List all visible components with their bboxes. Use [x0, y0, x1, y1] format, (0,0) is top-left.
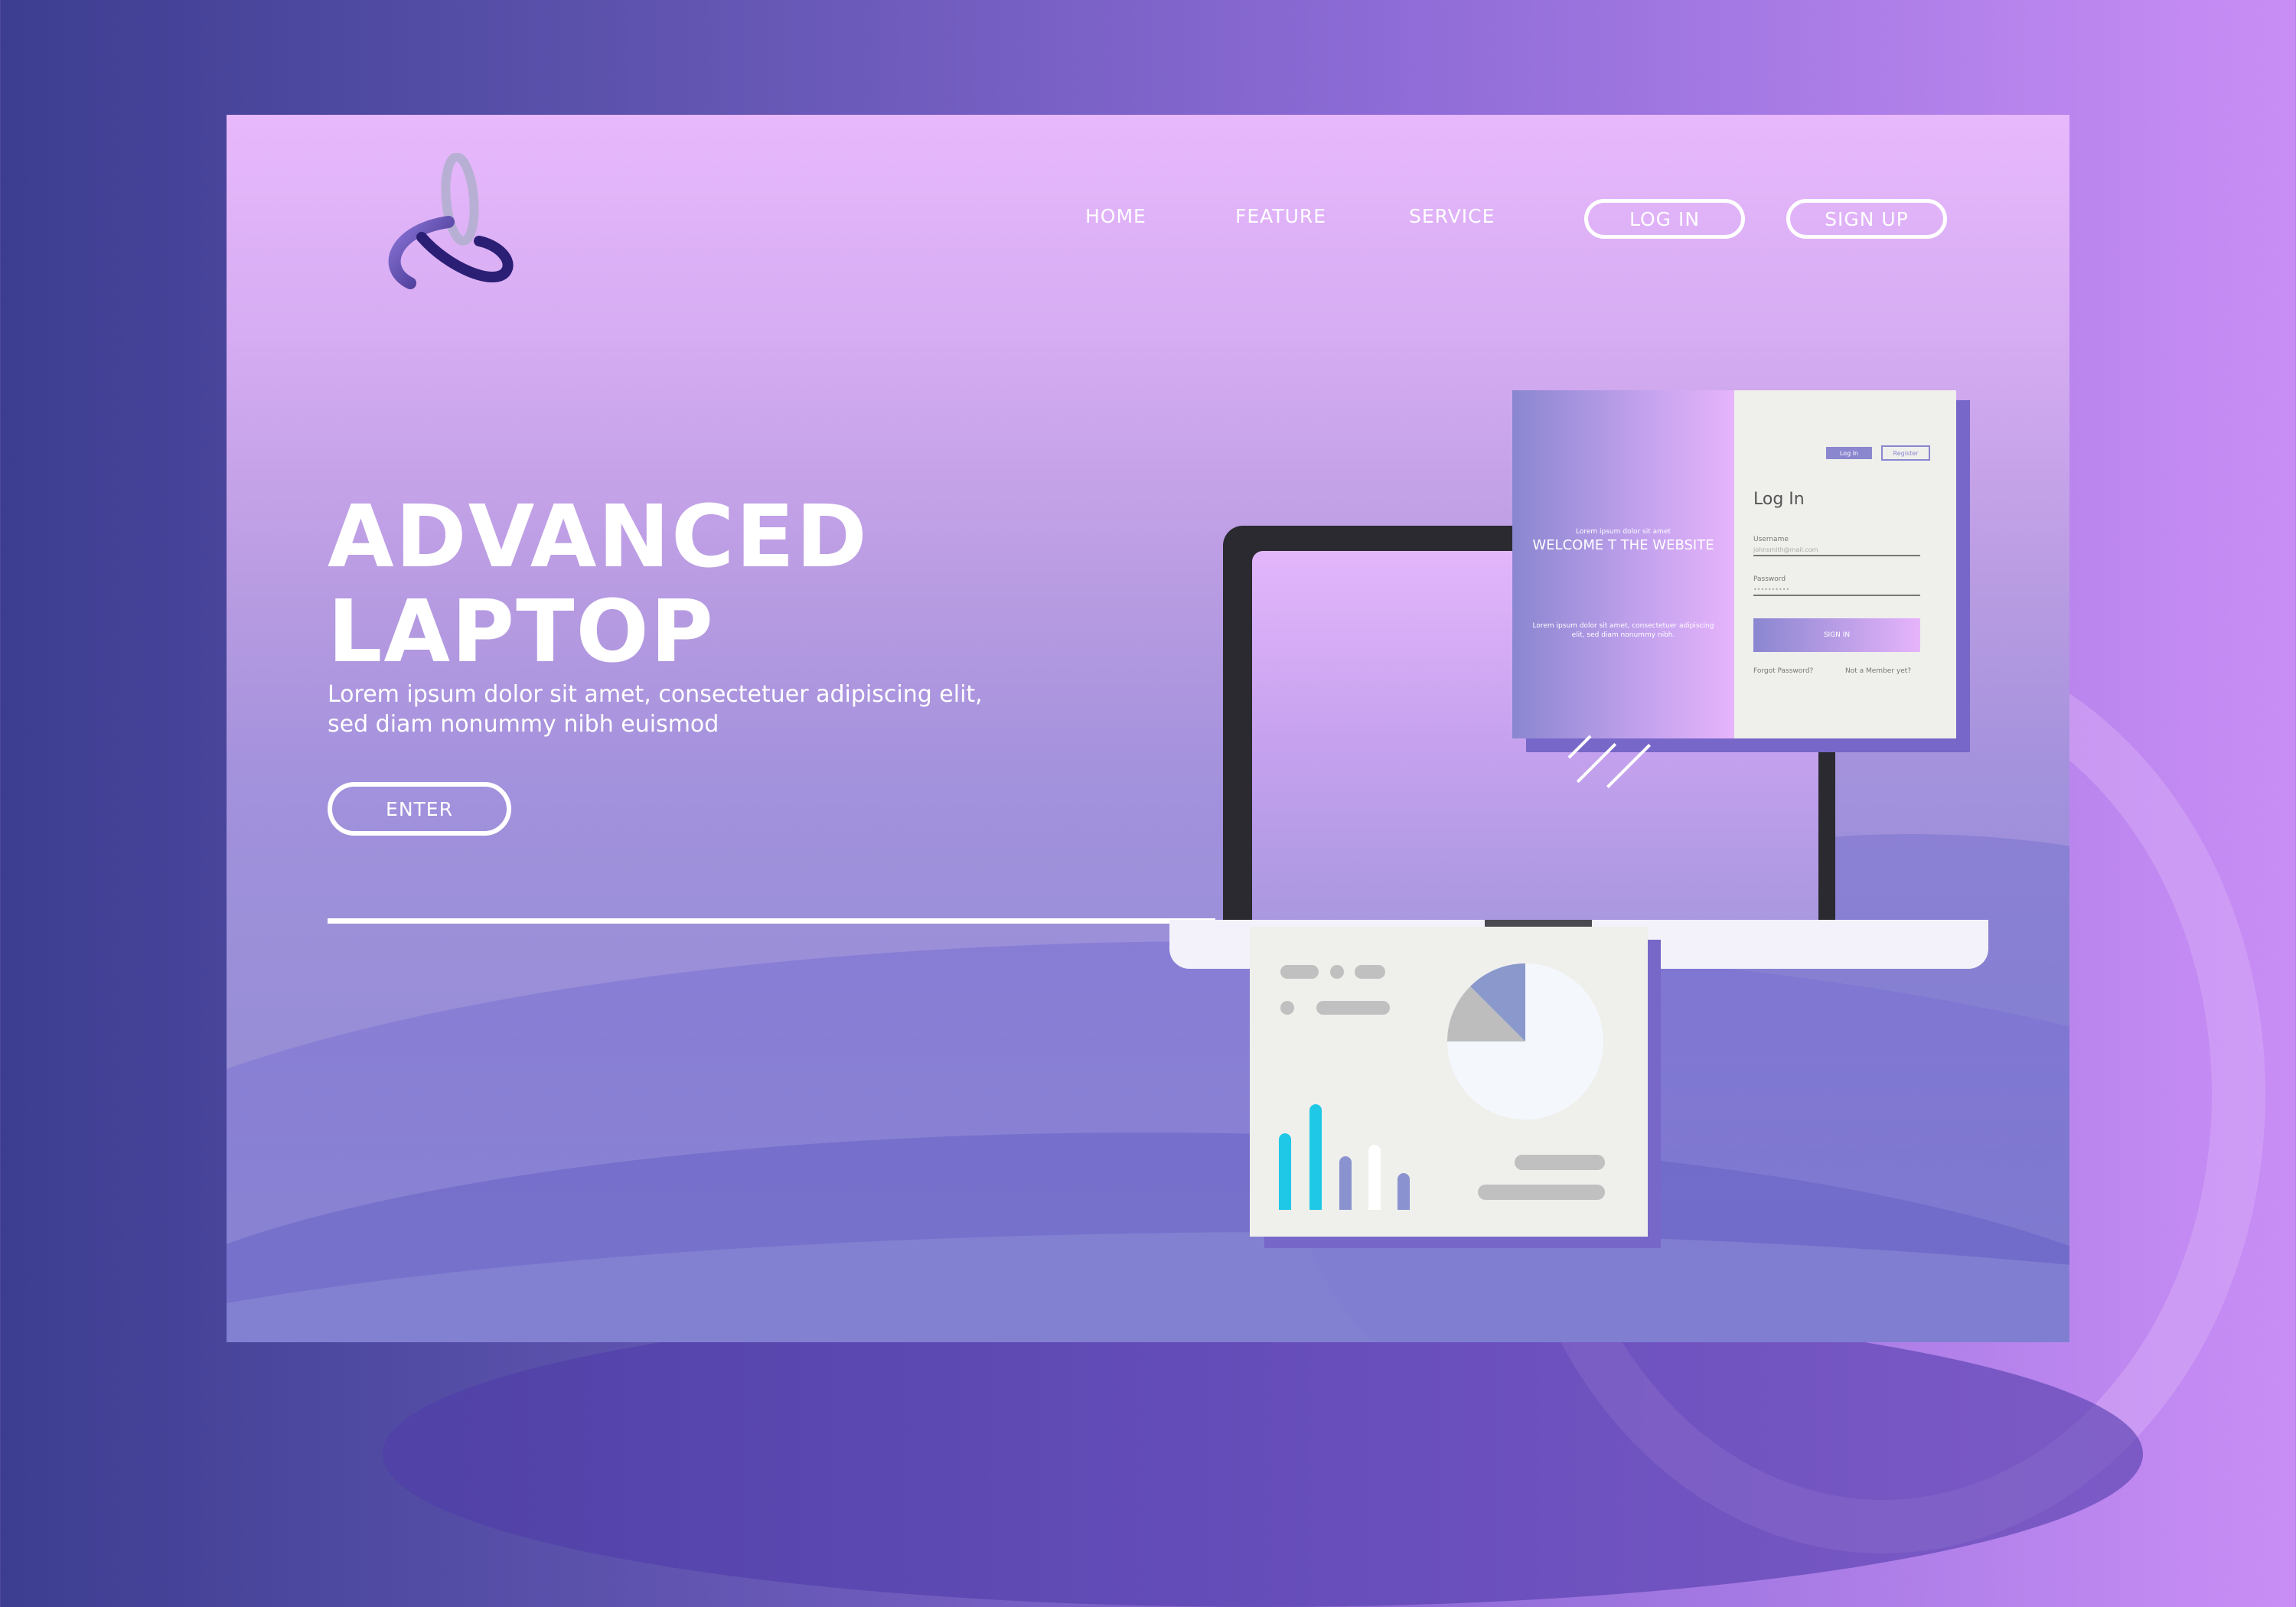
landing-page: HOME FEATURE SERVICE LOG IN SIGN UP ADVA…: [227, 115, 2069, 1342]
nav-service-link[interactable]: SERVICE: [1409, 205, 1495, 227]
username-field[interactable]: johnsmith@mail.com: [1753, 546, 1920, 556]
bar-chart-bar: [1339, 1156, 1352, 1210]
nav-feature-link[interactable]: FEATURE: [1235, 205, 1326, 227]
hero-title-line: ADVANCED: [328, 487, 869, 587]
password-field[interactable]: ••••••••••: [1753, 586, 1920, 596]
placeholder-text: [1515, 1155, 1605, 1170]
not-member-link[interactable]: Not a Member yet?: [1845, 667, 1911, 675]
username-label: Username: [1753, 536, 1789, 543]
placeholder-dot: [1330, 965, 1344, 979]
placeholder-text: [1478, 1185, 1605, 1200]
hero-title: ADVANCED LAPTOP: [328, 490, 869, 680]
dashboard-card: [1250, 927, 1648, 1237]
forgot-password-link[interactable]: Forgot Password?: [1753, 667, 1813, 675]
placeholder-text: [1280, 965, 1319, 979]
hero-title-line: LAPTOP: [328, 582, 715, 682]
background-wave: [383, 1301, 2143, 1607]
placeholder-text: [1355, 965, 1385, 979]
hero-subtitle-line: Lorem ipsum dolor sit amet, consectetuer…: [328, 681, 983, 708]
tab-register[interactable]: Register: [1881, 445, 1930, 461]
login-welcome-panel: Lorem ipsum dolor sit amet WELCOME T THE…: [1512, 390, 1734, 738]
welcome-description: Lorem ipsum dolor sit amet, consectetuer…: [1532, 622, 1714, 639]
bar-chart-bar: [1309, 1104, 1322, 1210]
placeholder-dot: [1280, 1001, 1294, 1015]
bar-chart-bar: [1397, 1173, 1410, 1210]
signin-button[interactable]: SIGN IN: [1753, 618, 1920, 652]
login-form-panel: Log In Register Log In Username johnsmit…: [1734, 390, 1956, 738]
login-button[interactable]: LOG IN: [1584, 199, 1745, 239]
welcome-title: WELCOME T THE WEBSITE: [1532, 537, 1714, 553]
pie-chart-icon: [1447, 963, 1603, 1120]
welcome-caption: Lorem ipsum dolor sit amet: [1576, 528, 1671, 536]
login-form-title: Log In: [1753, 490, 1805, 509]
triple-orbit-logo-icon[interactable]: [364, 153, 517, 298]
bar-chart-bar: [1368, 1145, 1381, 1210]
hero-subtitle-line: sed diam nonummy nibh euismod: [328, 711, 719, 738]
login-card: Lorem ipsum dolor sit amet WELCOME T THE…: [1512, 390, 1956, 738]
divider-line: [328, 918, 1215, 924]
hero-subtitle: Lorem ipsum dolor sit amet, consectetuer…: [328, 680, 1016, 739]
password-label: Password: [1753, 575, 1786, 583]
placeholder-text: [1316, 1001, 1390, 1015]
enter-button[interactable]: ENTER: [328, 782, 511, 836]
tab-login[interactable]: Log In: [1826, 447, 1872, 459]
bar-chart-bar: [1279, 1133, 1291, 1210]
signup-button[interactable]: SIGN UP: [1786, 199, 1947, 239]
nav-home-link[interactable]: HOME: [1085, 205, 1146, 227]
